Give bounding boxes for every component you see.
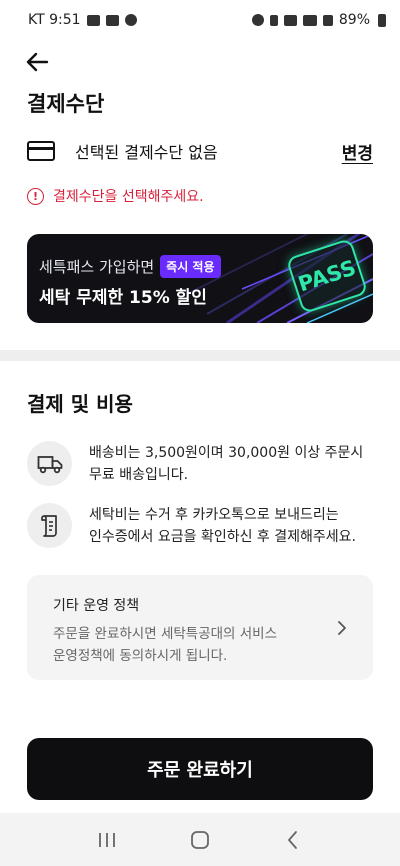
carrier-time: KT 9:51	[28, 12, 81, 28]
chat-icon	[124, 14, 137, 26]
laundry-fee-line1: 세탁비는 수거 후 카카오톡으로 보내드리는	[89, 507, 339, 523]
wifi-icon	[283, 14, 297, 26]
alert-circle-icon: !	[27, 187, 44, 205]
chevron-right-icon	[338, 621, 346, 635]
receipt-icon	[27, 503, 72, 548]
policy-line1: 주문을 완료하시면 세탁특공대의 서비스	[53, 626, 278, 642]
banner-text: 세특패스 가입하면	[39, 258, 155, 276]
delivery-truck-icon	[27, 441, 72, 486]
signal-icon	[322, 14, 333, 26]
banner-line1: 세특패스 가입하면 즉시 적용	[39, 255, 221, 278]
status-bar: KT 9:51 89%	[0, 0, 400, 40]
banner-headline: 세탁 무제한 15% 할인	[39, 288, 207, 308]
home-button[interactable]	[180, 820, 220, 860]
back-button[interactable]	[22, 48, 52, 76]
section-divider	[0, 350, 400, 361]
laundry-fee-line2: 인수증에서 요금을 확인하신 후 결제해주세요.	[89, 529, 356, 545]
policy-line2: 운영정책에 동의하시게 됩니다.	[53, 648, 228, 664]
credit-card-icon	[27, 141, 55, 161]
status-right: 89%	[251, 12, 386, 28]
payment-error: ! 결제수단을 선택해주세요.	[27, 186, 204, 206]
arrow-left-icon	[26, 52, 49, 72]
alarm-icon	[251, 14, 264, 26]
laundry-fee-info: 세탁비는 수거 후 카카오톡으로 보내드리는 인수증에서 요금을 확인하신 후 …	[27, 503, 373, 548]
back-icon	[288, 830, 298, 849]
payment-method-row: 선택된 결제수단 없음 변경	[27, 136, 373, 166]
bluetooth-icon	[269, 14, 278, 26]
policy-card[interactable]: 기타 운영 정책 주문을 완료하시면 세탁특공대의 서비스 운영정책에 동의하시…	[27, 575, 373, 680]
recent-apps-icon	[98, 832, 115, 847]
shipping-text-line1: 배송비는 3,500원이며 30,000원 이상 주문시	[89, 445, 364, 461]
pass-banner[interactable]: 세특패스 가입하면 즉시 적용 세탁 무제한 15% 할인 PASS	[27, 234, 373, 323]
recent-apps-button[interactable]	[87, 820, 127, 860]
battery-icon	[378, 13, 386, 27]
costs-title: 결제 및 비용	[27, 392, 133, 416]
battery-level: 89%	[338, 12, 370, 28]
system-nav-bar	[0, 813, 400, 866]
policy-description: 주문을 완료하시면 세탁특공대의 서비스 운영정책에 동의하시게 됩니다.	[53, 623, 347, 667]
laundry-fee-text: 세탁비는 수거 후 카카오톡으로 보내드리는 인수증에서 요금을 확인하신 후 …	[89, 503, 356, 548]
shipping-text-line2: 무료 배송입니다.	[89, 467, 189, 483]
home-icon	[191, 830, 209, 849]
nav-back-button[interactable]	[273, 820, 313, 860]
shipping-text: 배송비는 3,500원이며 30,000원 이상 주문시 무료 배송입니다.	[89, 441, 363, 486]
policy-title: 기타 운영 정책	[53, 598, 140, 614]
page-title: 결제수단	[27, 92, 105, 116]
status-left: KT 9:51	[28, 12, 137, 28]
payment-method-label: 선택된 결제수단 없음	[75, 143, 218, 162]
banner-chip: 즉시 적용	[160, 255, 221, 278]
sync-icon	[105, 14, 119, 26]
hd-icon	[302, 14, 317, 26]
image-icon	[86, 14, 100, 26]
change-payment-button[interactable]: 변경	[342, 139, 373, 164]
complete-order-button[interactable]: 주문 완료하기	[27, 738, 373, 800]
shipping-info: 배송비는 3,500원이며 30,000원 이상 주문시 무료 배송입니다.	[27, 441, 373, 486]
error-message: 결제수단을 선택해주세요.	[53, 189, 204, 205]
